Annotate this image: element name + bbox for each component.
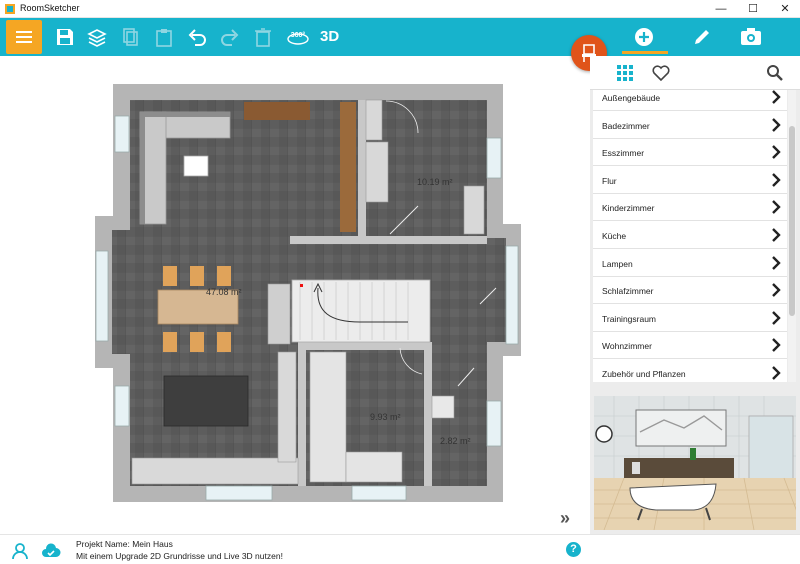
category-label: Kinderzimmer	[602, 203, 655, 214]
floor-plan-canvas[interactable]: 10.19 m² 47.08 m² 9.93 m² 2.82 m² »	[0, 56, 590, 534]
chevron-right-icon	[772, 366, 781, 380]
paste-icon[interactable]	[154, 27, 174, 47]
scrollbar-thumb[interactable]	[789, 126, 795, 316]
heart-icon[interactable]	[652, 64, 670, 82]
chevron-right-icon	[772, 117, 781, 132]
tab-camera[interactable]	[732, 18, 800, 56]
dining-set[interactable]	[157, 266, 239, 352]
category-label: Badezimmer	[602, 120, 650, 131]
category-item[interactable]: Schlafzimmer	[593, 277, 787, 305]
right-tabs	[590, 18, 800, 56]
floor-plan[interactable]	[0, 56, 590, 534]
status-bar: Projekt Name: Mein Haus Mit einem Upgrad…	[0, 534, 800, 564]
category-item[interactable]: Flur	[593, 167, 787, 194]
category-item[interactable]: Lampen	[593, 250, 787, 277]
label-360: 360°	[291, 31, 306, 39]
project-name: Projekt Name: Mein Haus	[76, 539, 173, 549]
roomsketcher-app: RoomSketcher — ☐ ✕ 360° 3D 10.19 m² 47.0…	[0, 0, 800, 564]
chevron-right-icon	[772, 145, 781, 160]
category-scrollbar[interactable]	[788, 90, 796, 382]
chevron-right-icon	[772, 90, 781, 104]
chevron-right-icon	[772, 283, 781, 298]
room-preview-3d[interactable]	[594, 396, 796, 530]
upgrade-message[interactable]: Mit einem Upgrade 2D Grundrisse und Live…	[76, 551, 283, 561]
view-3d-button[interactable]: 3D	[320, 28, 339, 45]
category-item[interactable]: Badezimmer	[593, 112, 787, 139]
view-360-icon[interactable]: 360°	[286, 27, 310, 47]
app-logo-icon	[5, 4, 15, 14]
chevron-right-icon	[772, 310, 781, 325]
dark-rug[interactable]	[163, 375, 249, 427]
layers-icon[interactable]	[87, 27, 107, 47]
wooden-sideboard[interactable]	[244, 102, 310, 120]
chevron-right-icon	[772, 255, 781, 270]
category-label: Trainingsraum	[602, 313, 657, 324]
add-icon	[635, 28, 653, 46]
maximize-button[interactable]: ☐	[738, 0, 768, 18]
category-label: Zubehör und Pflanzen	[602, 369, 686, 379]
category-label: Lampen	[602, 258, 633, 269]
category-item[interactable]: Wohnzimmer	[593, 332, 787, 360]
category-item[interactable]: Kinderzimmer	[593, 194, 787, 222]
close-button[interactable]: ✕	[770, 0, 800, 18]
radiator	[267, 283, 291, 345]
expand-panel-icon[interactable]: »	[560, 508, 570, 529]
library-panel: Außengebäude Badezimmer Esszimmer Flur Kinde…	[590, 56, 800, 534]
area-label-living: 47.08 m²	[206, 287, 242, 297]
pencil-icon	[695, 30, 709, 44]
category-label: Schlafzimmer	[602, 286, 654, 297]
chevron-right-icon	[772, 338, 781, 353]
category-label: Küche	[602, 231, 627, 241]
category-label: Flur	[602, 175, 617, 186]
category-item[interactable]: Trainingsraum	[593, 305, 787, 332]
category-item[interactable]: Esszimmer	[593, 139, 787, 167]
area-label-kitchen: 9.93 m²	[370, 412, 401, 422]
user-icon[interactable]	[11, 542, 29, 560]
category-list: Außengebäude Badezimmer Esszimmer Flur Kinde…	[593, 90, 787, 382]
chevron-right-icon	[772, 200, 781, 215]
delete-icon[interactable]	[253, 27, 273, 47]
title-bar: RoomSketcher — ☐ ✕	[0, 0, 800, 18]
category-label: Wohnzimmer	[602, 341, 652, 352]
staircase[interactable]	[291, 279, 431, 343]
library-header	[590, 56, 800, 90]
help-button[interactable]: ?	[566, 542, 581, 557]
minimize-button[interactable]: —	[706, 0, 736, 18]
chevron-right-icon	[772, 228, 781, 242]
window-title: RoomSketcher	[20, 3, 80, 13]
copy-icon[interactable]	[121, 27, 141, 47]
save-icon[interactable]	[55, 27, 75, 47]
cloud-sync-icon[interactable]	[41, 542, 61, 560]
redo-icon[interactable]	[220, 27, 240, 47]
wooden-shelf[interactable]	[340, 102, 356, 232]
category-label: Außengebäude	[602, 93, 661, 103]
camera-icon	[741, 28, 761, 45]
category-item[interactable]: Außengebäude	[593, 90, 787, 111]
search-icon[interactable]	[766, 64, 784, 82]
tab-edit[interactable]	[670, 18, 740, 56]
category-item[interactable]: Küche	[593, 222, 787, 249]
category-label: Esszimmer	[602, 148, 645, 159]
menu-button[interactable]	[6, 20, 42, 54]
category-item[interactable]: Zubehör und Pflanzen	[593, 360, 787, 382]
area-label-bath: 2.82 m²	[440, 436, 471, 446]
side-table[interactable]	[183, 155, 209, 177]
grid-icon[interactable]	[616, 64, 634, 82]
chevron-right-icon	[772, 172, 781, 187]
area-label-bedroom: 10.19 m²	[417, 177, 453, 187]
undo-icon[interactable]	[187, 27, 207, 47]
